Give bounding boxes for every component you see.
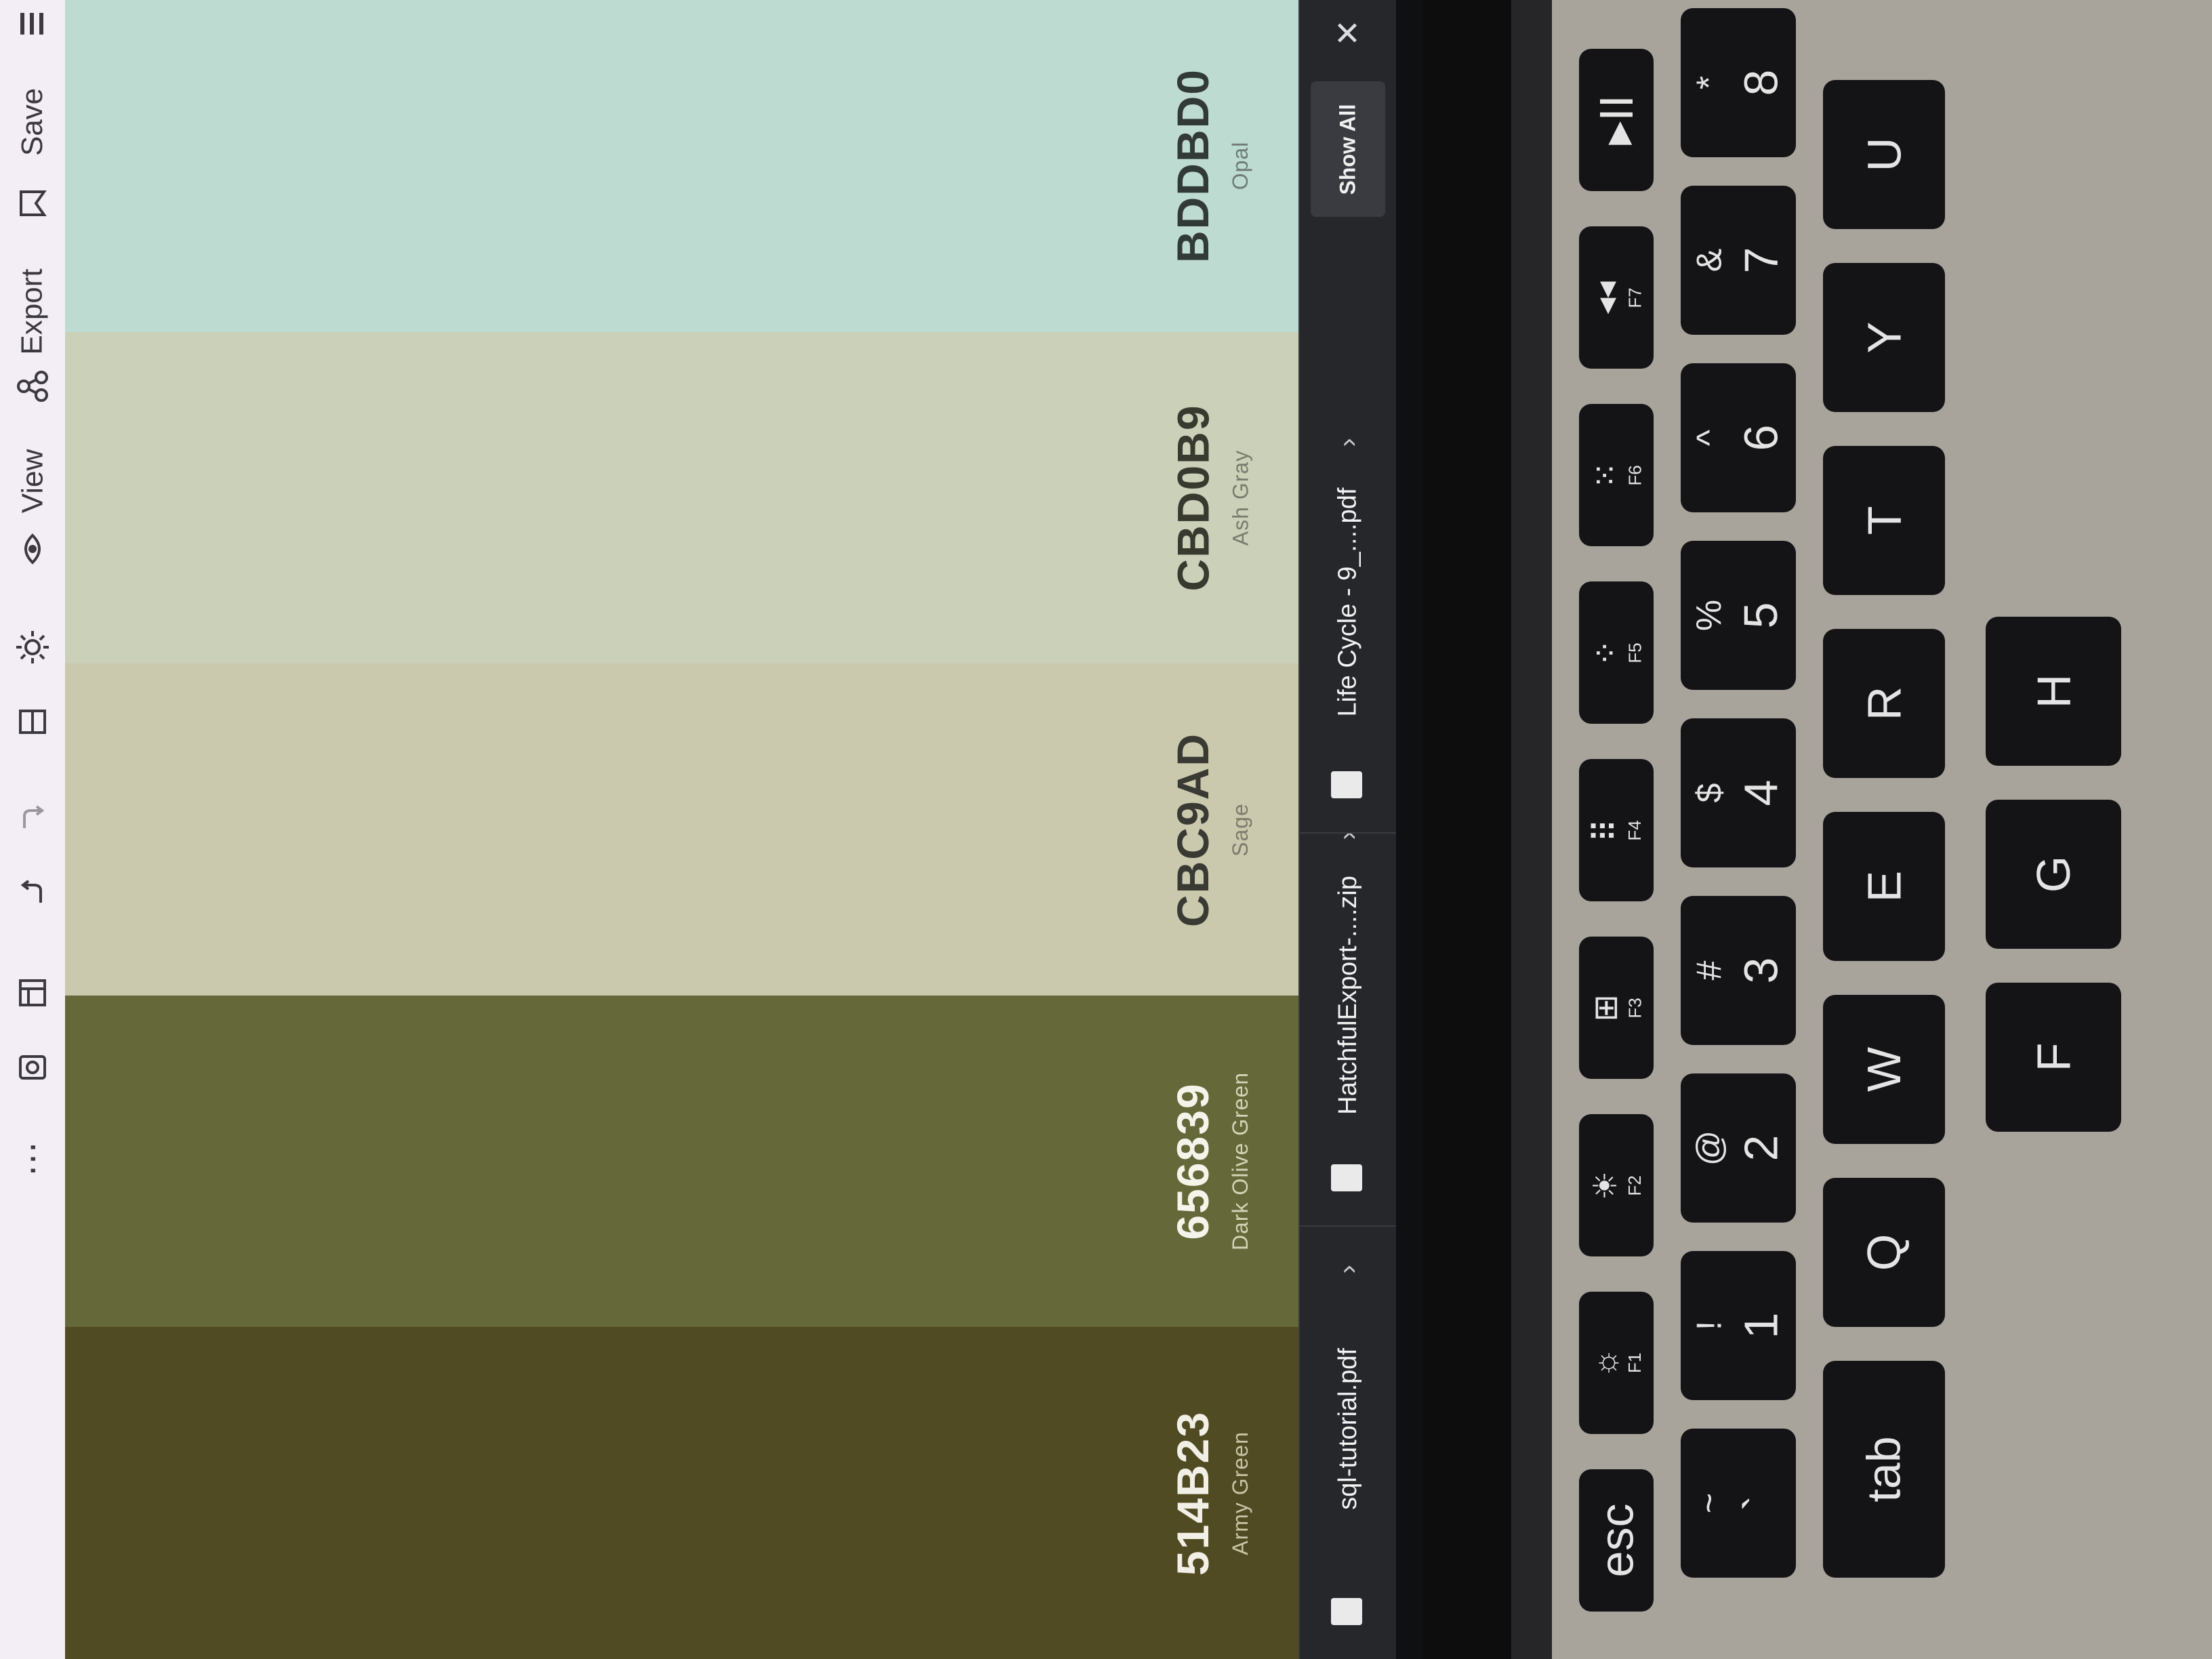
letter-key[interactable]: tab (1823, 1361, 1945, 1578)
camera-icon[interactable] (0, 1044, 65, 1091)
redo-icon[interactable] (0, 800, 65, 840)
app-toolbar: Save Export View ⋯ (0, 0, 66, 1659)
download-item[interactable]: › Life Cycle - 9_....pdf (1300, 398, 1396, 834)
number-key[interactable]: $4 (1681, 718, 1796, 867)
swatch-hex-code[interactable]: CBD0B9 (1168, 404, 1219, 591)
download-item[interactable]: › sql-tutorial.pdf (1300, 1225, 1396, 1659)
swatch-hex-code[interactable]: 656839 (1168, 1082, 1219, 1240)
close-downloads-button[interactable]: ✕ (1327, 14, 1368, 54)
swatch-info: 514B23 Army Green (1149, 1317, 1271, 1659)
number-key[interactable]: #3 (1681, 896, 1796, 1045)
letter-key[interactable]: Q (1823, 1178, 1945, 1327)
grid-icon[interactable] (0, 969, 65, 1017)
brightness-icon[interactable] (0, 623, 65, 671)
number-key[interactable]: ! 1 (1681, 1251, 1796, 1400)
swatch-color-name: Dark Olive Green (1228, 1072, 1253, 1251)
layers-icon[interactable] (0, 698, 65, 745)
function-key[interactable]: ⠿ F4 (1579, 759, 1654, 901)
export-label: Export (16, 268, 49, 355)
bookmark-icon[interactable] (0, 183, 65, 224)
function-key[interactable]: ◂◂ F7 (1579, 226, 1654, 369)
function-key[interactable]: ⁙ F6 (1579, 404, 1654, 546)
number-key[interactable]: * 8 (1681, 8, 1796, 157)
swatch-info: 656839 Dark Olive Green (1149, 985, 1271, 1338)
laptop-hinge (1511, 0, 1552, 1659)
file-icon (1331, 771, 1362, 798)
menu-icon[interactable] (0, 0, 65, 47)
save-button[interactable]: Save (0, 54, 65, 190)
function-key[interactable]: ⁘ F5 (1579, 581, 1654, 724)
letter-key[interactable]: E (1823, 812, 1945, 961)
number-key[interactable]: @2 (1681, 1073, 1796, 1223)
number-key[interactable]: ~ ` (1681, 1429, 1796, 1578)
function-key[interactable]: ▸II (1579, 49, 1654, 191)
eye-icon[interactable] (0, 529, 65, 569)
share-icon[interactable] (0, 366, 65, 407)
letter-key[interactable]: H (1986, 617, 2121, 766)
swatch-info: CBD0B9 Ash Gray (1149, 321, 1271, 674)
letter-key[interactable]: Y (1823, 263, 1945, 412)
swatch-color-name: Ash Gray (1228, 449, 1253, 546)
letter-key[interactable]: U (1823, 80, 1945, 229)
color-swatch[interactable]: 656839 Dark Olive Green (65, 995, 1298, 1328)
swatch-info: BDDBD0 Opal (1149, 0, 1271, 342)
more-icon-glyph: ⋯ (13, 1141, 52, 1176)
show-all-label: Show All (1335, 104, 1360, 194)
view-label: View (15, 449, 49, 514)
letter-key[interactable]: R (1823, 629, 1945, 778)
file-icon (1331, 1164, 1362, 1191)
swatch-info: CBC9AD Sage (1149, 653, 1271, 1006)
show-all-button[interactable]: Show All (1311, 81, 1385, 217)
more-icon[interactable]: ⋯ (0, 1139, 65, 1179)
function-key[interactable]: ☼ F1 (1579, 1292, 1654, 1434)
number-key[interactable]: % 5 (1681, 541, 1796, 690)
color-swatch[interactable]: BDDBD0 Opal (65, 0, 1298, 332)
laptop-screen: Save Export View ⋯ 514B23 Army Green 656… (0, 0, 1423, 1659)
color-swatch[interactable]: 514B23 Army Green (65, 1327, 1298, 1659)
color-swatch[interactable]: CBC9AD Sage (65, 663, 1298, 996)
function-key[interactable]: esc (1579, 1469, 1654, 1612)
close-icon: ✕ (1333, 16, 1361, 52)
swatch-hex-code[interactable]: CBC9AD (1168, 733, 1219, 927)
letter-key[interactable]: W (1823, 995, 1945, 1144)
download-filename: sql-tutorial.pdf (1333, 1347, 1362, 1510)
save-label: Save (16, 87, 49, 157)
downloads-bar: ✕ Show All › sql-tutorial.pdf › HatchfulExp… (1298, 0, 1396, 1659)
swatch-color-name: Army Green (1228, 1431, 1253, 1555)
letter-key[interactable]: G (1986, 800, 2121, 949)
function-key[interactable]: ⊞ F3 (1579, 937, 1654, 1079)
letter-key[interactable]: F (1986, 983, 2121, 1132)
number-key[interactable]: & 7 (1681, 186, 1796, 335)
swatch-hex-code[interactable]: 514B23 (1168, 1411, 1219, 1576)
download-filename: Life Cycle - 9_....pdf (1333, 487, 1362, 716)
number-key[interactable]: ^ 6 (1681, 363, 1796, 512)
undo-icon[interactable] (0, 874, 65, 915)
download-item[interactable]: › HatchfulExport-....zip (1300, 792, 1396, 1227)
export-button[interactable]: Export (0, 244, 65, 380)
swatch-color-name: Opal (1228, 142, 1253, 190)
letter-key[interactable]: T (1823, 446, 1945, 595)
download-filename: HatchfulExport-....zip (1333, 875, 1362, 1115)
laptop-keyboard: esc ☼ F1 ☀ F2 ⊞ F3 ⠿ F4 ⁘ F5 ⁙ F6 ◂◂ F7 ▸II ~ ` ! 1 @2 #3 $4 % 5… (1552, 0, 2212, 1659)
color-swatch[interactable]: CBD0B9 Ash Gray (65, 331, 1298, 664)
function-key[interactable]: ☀ F2 (1579, 1114, 1654, 1256)
swatch-color-name: Sage (1228, 802, 1253, 857)
file-icon (1331, 1598, 1362, 1625)
color-palette: 514B23 Army Green 656839 Dark Olive Green CB… (65, 0, 1298, 1659)
swatch-hex-code[interactable]: BDDBD0 (1168, 68, 1219, 263)
